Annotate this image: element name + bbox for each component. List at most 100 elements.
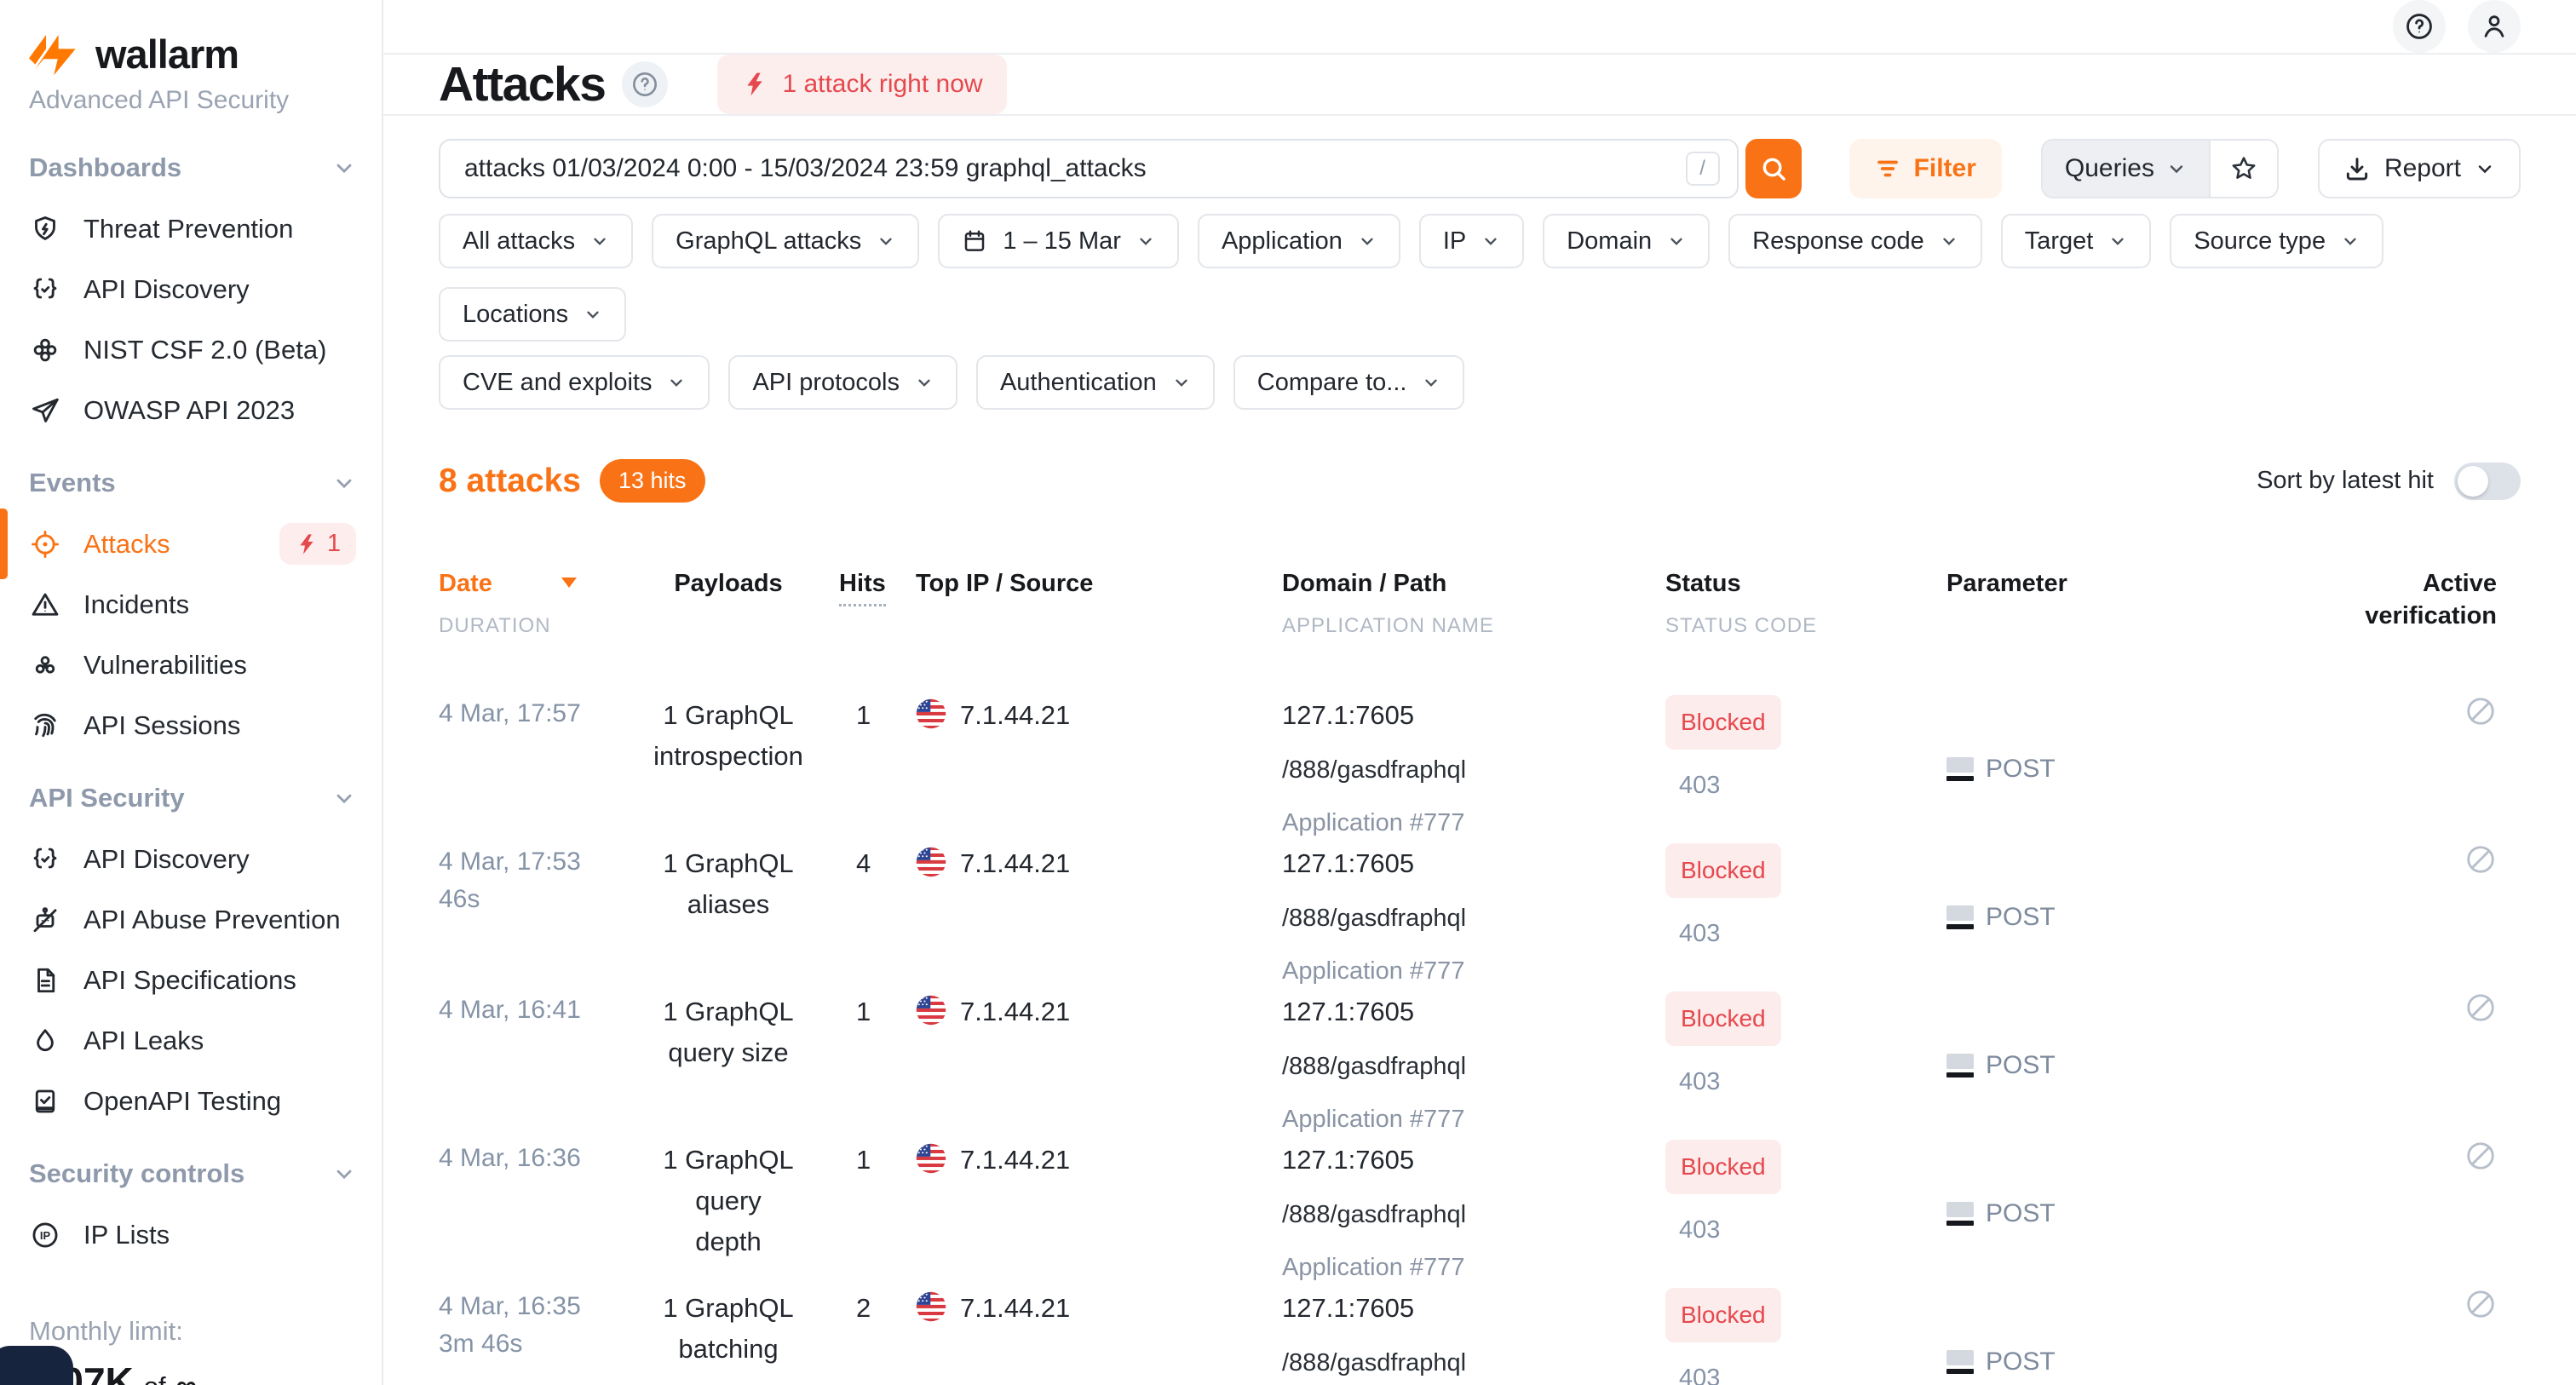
column-header-hits[interactable]: Hits <box>839 567 916 642</box>
cell-source[interactable]: 7.1.44.21 <box>916 1288 1282 1385</box>
filter-chip-label: Response code <box>1752 227 1924 256</box>
section-header-label: Events <box>29 468 116 498</box>
filter-button[interactable]: Filter <box>1849 139 2002 198</box>
chat-widget-corner[interactable] <box>0 1346 73 1385</box>
cell-payload[interactable]: 1 GraphQLaliases <box>618 843 839 991</box>
column-header-date[interactable]: Date DURATION <box>439 567 618 642</box>
table-row[interactable]: 4 Mar, 17:571 GraphQLintrospection17.1.4… <box>439 695 2521 843</box>
slash-shortcut-hint: / <box>1686 152 1720 186</box>
shield-bolt-icon <box>29 213 61 245</box>
filter-chip-target[interactable]: Target <box>2001 214 2152 268</box>
cell-domain[interactable]: 127.1:7605/888/gasdfraphqlApplication #7… <box>1282 843 1665 991</box>
sidebar-item-openapi-testing[interactable]: OpenAPI Testing <box>29 1071 356 1131</box>
sidebar-item-api-sessions[interactable]: API Sessions <box>29 695 356 756</box>
search-button[interactable] <box>1745 139 1802 198</box>
filter-chip-domain[interactable]: Domain <box>1543 214 1710 268</box>
filter-chips-row1: All attacks GraphQL attacks 1 – 15 Mar Appl… <box>439 214 2521 342</box>
table-row[interactable]: 4 Mar, 16:411 GraphQLquery size17.1.44.2… <box>439 991 2521 1140</box>
not-verified-icon <box>2464 843 2497 876</box>
table-row[interactable]: 4 Mar, 16:353m 46s1 GraphQLbatching27.1.… <box>439 1288 2521 1385</box>
cell-source[interactable]: 7.1.44.21 <box>916 1140 1282 1288</box>
sort-toggle[interactable] <box>2454 463 2521 500</box>
sidebar-section-security-controls[interactable]: Security controls <box>29 1143 356 1204</box>
cell-hits: 1 <box>839 695 916 843</box>
search-input[interactable] <box>439 139 1739 198</box>
cell-domain[interactable]: 127.1:7605/888/gasdfraphqlApplication #7… <box>1282 1288 1665 1385</box>
sidebar-item-api-discovery[interactable]: API Discovery <box>29 259 356 319</box>
filter-chip-api-protocols[interactable]: API protocols <box>728 355 957 410</box>
sidebar-item-incidents[interactable]: Incidents <box>29 574 356 635</box>
hits-badge: 13 hits <box>600 459 705 503</box>
section-header-label: API Security <box>29 783 185 813</box>
sidebar-item-ip-lists[interactable]: IPIP Lists <box>29 1204 356 1265</box>
chevron-down-icon <box>915 373 934 392</box>
robot-off-icon <box>29 904 61 936</box>
attacks-tab[interactable]: 8 attacks 13 hits <box>439 459 705 503</box>
attack-date: 4 Mar, 17:53 <box>439 843 618 881</box>
chevron-down-icon <box>2108 232 2127 250</box>
sidebar-item-vulnerabilities[interactable]: Vulnerabilities <box>29 635 356 695</box>
page-title: Attacks <box>439 56 605 112</box>
sidebar-item-api-leaks[interactable]: API Leaks <box>29 1010 356 1071</box>
sidebar-item-api-specifications[interactable]: API Specifications <box>29 950 356 1010</box>
path-value: /888/gasdfraphql <box>1282 898 1665 939</box>
sidebar-section-dashboards[interactable]: Dashboards <box>29 137 356 198</box>
help-button[interactable] <box>2393 0 2446 53</box>
sidebar-item-api-discovery[interactable]: API Discovery <box>29 829 356 889</box>
sidebar-item-nist-csf-2-0-beta-[interactable]: NIST CSF 2.0 (Beta) <box>29 319 356 380</box>
filter-chip-all-attacks[interactable]: All attacks <box>439 214 633 268</box>
filter-chip-cve-and-exploits[interactable]: CVE and exploits <box>439 355 710 410</box>
chevron-down-icon <box>1172 373 1191 392</box>
cell-domain[interactable]: 127.1:7605/888/gasdfraphqlApplication #7… <box>1282 1140 1665 1288</box>
sidebar-section-api-security[interactable]: API Security <box>29 767 356 829</box>
sidebar-item-label: Incidents <box>83 589 189 620</box>
filter-chip-response-code[interactable]: Response code <box>1728 214 1982 268</box>
favorite-query-button[interactable] <box>2209 141 2277 197</box>
path-value: /888/gasdfraphql <box>1282 750 1665 790</box>
filter-chip-locations[interactable]: Locations <box>439 287 626 342</box>
filter-chip-label: Target <box>2025 227 2094 256</box>
brand[interactable]: wallarm <box>29 31 356 78</box>
cell-source[interactable]: 7.1.44.21 <box>916 991 1282 1140</box>
cell-status: Blocked403 <box>1665 991 1946 1140</box>
filter-chip-label: Source type <box>2194 227 2326 256</box>
filter-chip-authentication[interactable]: Authentication <box>976 355 1215 410</box>
table-row[interactable]: 4 Mar, 17:5346s1 GraphQLaliases47.1.44.2… <box>439 843 2521 991</box>
page-help-icon[interactable] <box>622 61 668 107</box>
sidebar-item-label: OpenAPI Testing <box>83 1086 281 1117</box>
cell-parameter: POST <box>1946 991 2304 1140</box>
cell-payload[interactable]: 1 GraphQLbatching <box>618 1288 839 1385</box>
cell-source[interactable]: 7.1.44.21 <box>916 843 1282 991</box>
calendar-icon <box>962 228 987 254</box>
sidebar-item-attacks[interactable]: Attacks1 <box>29 514 356 574</box>
filter-chip-application[interactable]: Application <box>1198 214 1400 268</box>
sidebar-item-label: API Discovery <box>83 844 250 875</box>
filter-chip-label: Application <box>1222 227 1343 256</box>
sidebar-item-threat-prevention[interactable]: Threat Prevention <box>29 198 356 259</box>
report-button[interactable]: Report <box>2318 139 2521 198</box>
filter-chips-row2: CVE and exploits API protocols Authenticat… <box>439 355 2521 410</box>
filter-chip-ip[interactable]: IP <box>1419 214 1524 268</box>
sidebar-item-api-abuse-prevention[interactable]: API Abuse Prevention <box>29 889 356 950</box>
toolbar: / Filter Queries <box>439 139 2521 198</box>
cell-domain[interactable]: 127.1:7605/888/gasdfraphqlApplication #7… <box>1282 991 1665 1140</box>
cell-payload[interactable]: 1 GraphQLquerydepth <box>618 1140 839 1288</box>
sidebar-section-events[interactable]: Events <box>29 452 356 514</box>
filter-chip-graphql-attacks[interactable]: GraphQL attacks <box>652 214 919 268</box>
table-row[interactable]: 4 Mar, 16:361 GraphQLquerydepth17.1.44.2… <box>439 1140 2521 1288</box>
ip-circle-icon: IP <box>29 1219 61 1251</box>
cell-payload[interactable]: 1 GraphQLintrospection <box>618 695 839 843</box>
user-button[interactable] <box>2468 0 2521 53</box>
cell-payload[interactable]: 1 GraphQLquery size <box>618 991 839 1140</box>
cell-domain[interactable]: 127.1:7605/888/gasdfraphqlApplication #7… <box>1282 695 1665 843</box>
filter-chip-compare-to-[interactable]: Compare to... <box>1233 355 1465 410</box>
cell-source[interactable]: 7.1.44.21 <box>916 695 1282 843</box>
filter-chip-1-15-mar[interactable]: 1 – 15 Mar <box>938 214 1179 268</box>
live-attack-badge[interactable]: 1 attack right now <box>717 55 1006 114</box>
sidebar-item-owasp-api-2023[interactable]: OWASP API 2023 <box>29 380 356 440</box>
cell-parameter: POST <box>1946 843 2304 991</box>
source-ip: 7.1.44.21 <box>960 991 1070 1032</box>
filter-chip-source-type[interactable]: Source type <box>2170 214 2383 268</box>
queries-dropdown[interactable]: Queries <box>2043 141 2209 197</box>
paper-plane-icon <box>29 394 61 427</box>
